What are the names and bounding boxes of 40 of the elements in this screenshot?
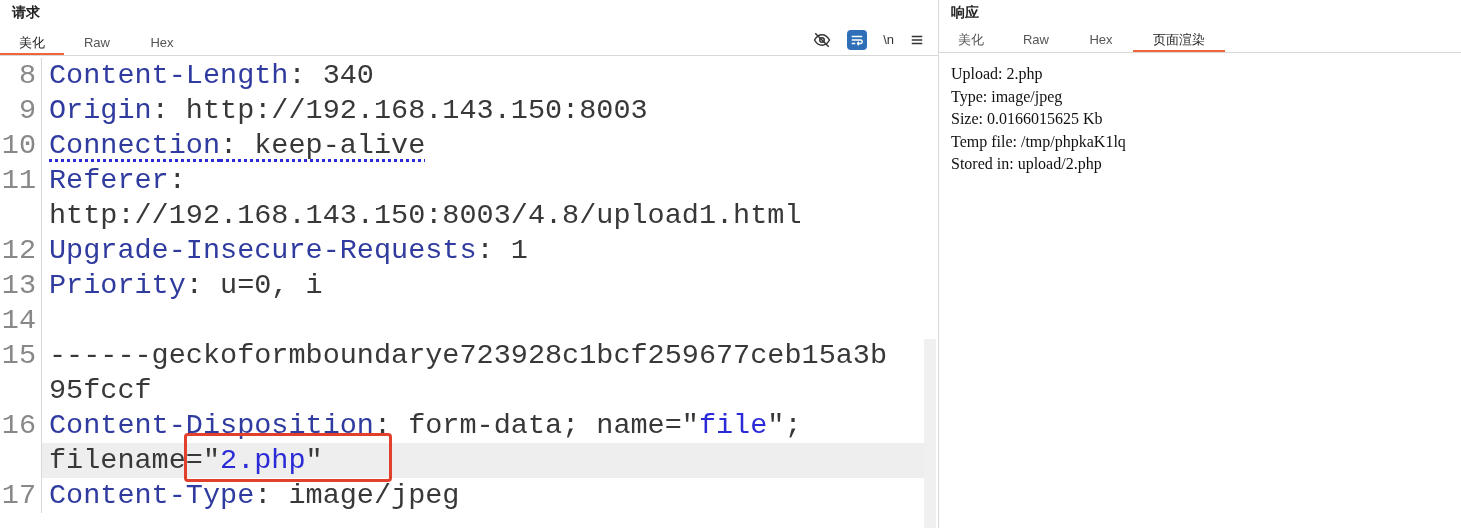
line-number: 10	[1, 128, 36, 163]
panel-title: 请求	[12, 4, 40, 20]
menu-icon[interactable]	[910, 33, 924, 47]
line-number: 15	[1, 338, 36, 373]
code-line: Upgrade-Insecure-Requests: 1	[48, 233, 529, 268]
code-line: ------geckoformboundarye723928c1bcf259677ceb15a3b	[48, 338, 889, 373]
line-number: 14	[1, 303, 36, 338]
code-line: Content-Disposition: form-data; name="file";	[48, 408, 803, 443]
code-line: Connection: keep-alive	[48, 128, 427, 163]
line-number: 12	[1, 233, 36, 268]
response-line: Temp file: /tmp/phpkaK1lq	[951, 131, 1127, 153]
response-line: Upload: 2.php	[951, 64, 1044, 85]
line-number: 13	[1, 268, 36, 303]
response-line: Stored in: upload/2.php	[951, 154, 1103, 175]
line-number: 9	[18, 93, 36, 128]
tab[interactable]: 页面渲染	[1133, 30, 1225, 52]
wrap-lines-icon	[850, 33, 865, 47]
code-line: Content-Type: image/jpeg	[48, 478, 461, 513]
tab[interactable]: Hex	[130, 33, 194, 55]
tab[interactable]: Raw	[1003, 30, 1069, 52]
eye-slash-icon[interactable]	[813, 31, 832, 49]
code-line: http://192.168.143.150:8003/4.8/upload1.html	[48, 198, 803, 233]
code-line: Origin: http://192.168.143.150:8003	[48, 93, 649, 128]
response-line: Size: 0.0166015625 Kb	[951, 109, 1104, 129]
line-number: 16	[1, 408, 36, 443]
response-line: Type: image/jpeg	[951, 86, 1064, 108]
line-number: 8	[18, 58, 36, 93]
tab[interactable]: 美化	[939, 30, 1003, 52]
code-line: 95fccf	[48, 373, 153, 408]
tab[interactable]: 美化	[0, 33, 64, 55]
panel-title: 响应	[951, 4, 979, 20]
newline-toggle[interactable]: \n	[883, 30, 894, 50]
wrap-toggle[interactable]	[847, 30, 868, 50]
code-line: Priority: u=0, i	[48, 268, 324, 303]
line-number: 11	[1, 163, 36, 198]
tab[interactable]: Raw	[64, 33, 130, 55]
line-number: 17	[1, 478, 36, 513]
tab[interactable]: Hex	[1069, 30, 1133, 52]
code-line: Content-Length: 340	[48, 58, 375, 93]
code-line: Referer:	[48, 163, 187, 198]
